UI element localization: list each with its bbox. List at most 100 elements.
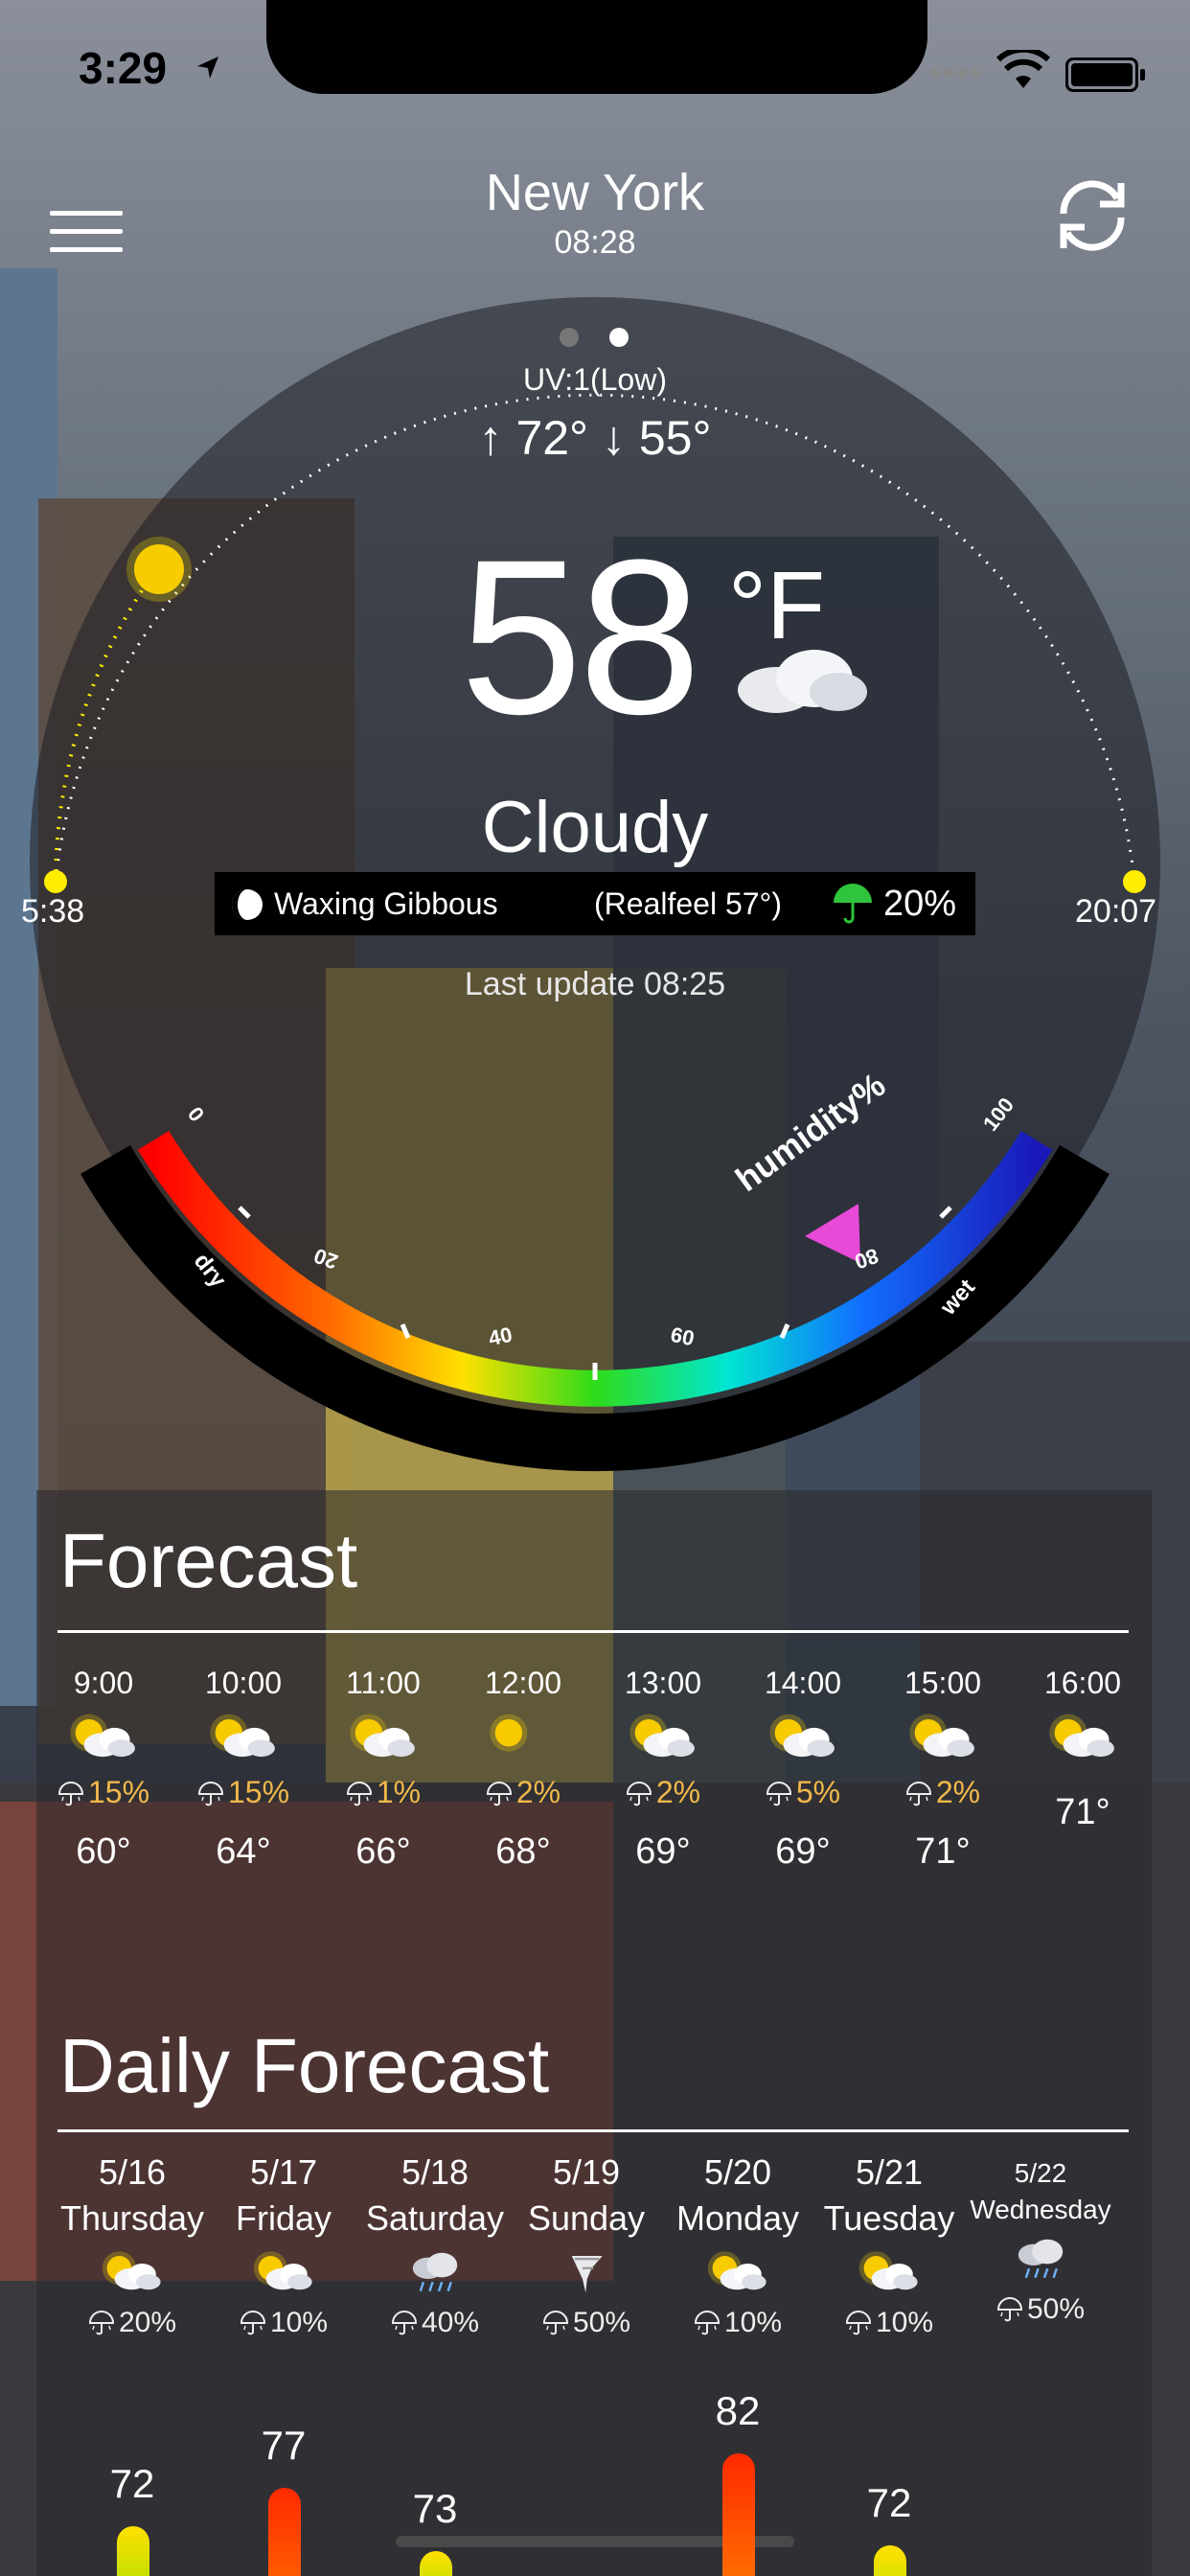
precip-chance: 2% [456,1775,590,1810]
precip-chance: 2% [596,1775,730,1810]
day-temp-bar [268,2488,301,2576]
day-name: Saturday [365,2198,505,2238]
day-date: 5/17 [249,2152,318,2192]
rain-cloud-icon [358,2248,512,2303]
precip-chance: 20% [56,2307,209,2339]
precip-chance: 10% [812,2307,966,2339]
moon-phase-icon [232,889,263,920]
hourly-item[interactable]: 13:00 2% 69° [596,1666,730,1873]
rain-chance: 20% [883,884,957,924]
hour-label: 16:00 [1043,1666,1122,1700]
day-date: 5/20 [703,2152,772,2192]
sunrise-dot [44,870,67,893]
hour-label: 12:00 [484,1666,562,1700]
partly-cloudy-icon [736,1711,870,1771]
realfeel-label: (Realfeel 57°) [594,886,782,921]
precip-chance: 40% [358,2307,512,2339]
day-high-temp: 82 [715,2388,761,2433]
day-date: 5/22 [1014,2158,1067,2188]
hour-label: 9:00 [73,1666,134,1700]
day-high-temp: 72 [866,2480,912,2525]
page-dot-1 [560,328,579,347]
day-name: Monday [675,2198,800,2238]
precip-chance: 1% [316,1775,450,1810]
daily-item[interactable]: 5/17 Friday 10% [207,2152,360,2339]
current-temperature: 58 [460,514,701,760]
day-high-temp: 77 [261,2423,307,2468]
tornado-icon [510,2248,663,2303]
forecast-divider [57,1630,1129,1633]
hourly-item[interactable]: 14:00 5% 69° [736,1666,870,1873]
last-update: Last update 08:25 [464,966,726,1002]
high-low-temp: ↑ 72° ↓ 55° [478,411,712,465]
hourly-item[interactable]: 16:00 71° [1016,1666,1150,1833]
daily-item[interactable]: 5/20 Monday 10% [661,2152,814,2339]
day-date: 5/21 [855,2152,924,2192]
hour-label: 10:00 [204,1666,283,1700]
precip-chance: 50% [964,2293,1117,2326]
hourly-item[interactable]: 9:00 15% 60° [36,1666,171,1873]
precip-chance: 10% [207,2307,360,2339]
hourly-item[interactable]: 10:00 15% 64° [176,1666,310,1873]
daily-item[interactable]: 5/21 Tuesday 10% [812,2152,966,2339]
precip-chance: 15% [36,1775,171,1810]
hourly-item[interactable]: 11:00 1% 66° [316,1666,450,1873]
daily-item[interactable]: 5/18 Saturday 40% [358,2152,512,2339]
day-temp-bar [874,2545,906,2576]
hourly-item[interactable]: 12:00 2% 68° [456,1666,590,1873]
cloud-icon [738,650,867,713]
sunset-dot [1123,870,1146,893]
daily-item[interactable]: 5/16 Thursday 20% [56,2152,209,2339]
partly-cloudy-icon [1016,1711,1150,1771]
day-high-temp: 73 [412,2486,458,2531]
hourly-item[interactable]: 15:00 2% 71° [876,1666,1010,1873]
day-temp-bar [722,2453,755,2576]
day-date: 5/16 [98,2152,167,2192]
hour-temperature: 71° [1055,1792,1110,1832]
precip-chance: 5% [736,1775,870,1810]
rain-cloud-icon [964,2235,1117,2289]
info-bar: Waxing Gibbous (Realfeel 57°) 20% [215,872,975,935]
hour-label: 11:00 [346,1666,421,1700]
umbrella-icon [834,884,872,924]
hour-temperature: 68° [495,1831,551,1872]
page-dot-2 [609,328,629,347]
precip-chance: 2% [876,1775,1010,1810]
hour-temperature: 66° [355,1831,411,1872]
partly-cloudy-icon [56,2248,209,2303]
weather-condition: Cloudy [481,787,709,868]
hour-temperature: 60° [76,1831,131,1872]
hour-temperature: 69° [775,1831,831,1872]
daily-item[interactable]: 5/22 Wednesday 50% [964,2152,1117,2326]
humidity-tick-40: 40 [486,1322,515,1351]
day-name: Sunday [527,2198,646,2238]
daily-forecast-title: Daily Forecast [59,2023,550,2108]
day-temp-bar [117,2526,149,2576]
forecast-title: Forecast [59,1518,358,1603]
hour-label: 13:00 [624,1666,702,1700]
hour-label: 15:00 [904,1666,982,1700]
partly-cloudy-icon [876,1711,1010,1771]
hour-temperature: 64° [216,1831,271,1872]
partly-cloudy-icon [36,1711,171,1771]
sun-icon [456,1711,590,1771]
day-name: Thursday [59,2198,205,2238]
partly-cloudy-icon [207,2248,360,2303]
day-date: 5/19 [552,2152,621,2192]
precip-chance: 15% [176,1775,310,1810]
precip-chance: 50% [510,2307,663,2339]
partly-cloudy-icon [812,2248,966,2303]
sunrise-time: 5:38 [21,893,85,930]
day-name: Tuesday [823,2198,955,2238]
partly-cloudy-icon [596,1711,730,1771]
day-temp-bar [420,2551,452,2576]
sunset-time: 20:07 [1075,893,1157,930]
hour-label: 14:00 [764,1666,842,1700]
daily-forecast-divider [57,2129,1129,2132]
hour-temperature: 71° [915,1831,971,1872]
daily-item[interactable]: 5/19 Sunday 50% [510,2152,663,2339]
day-date: 5/18 [400,2152,469,2192]
day-name: Wednesday [970,2195,1111,2224]
day-name: Friday [235,2198,332,2238]
moon-phase-label: Waxing Gibbous [274,886,498,921]
